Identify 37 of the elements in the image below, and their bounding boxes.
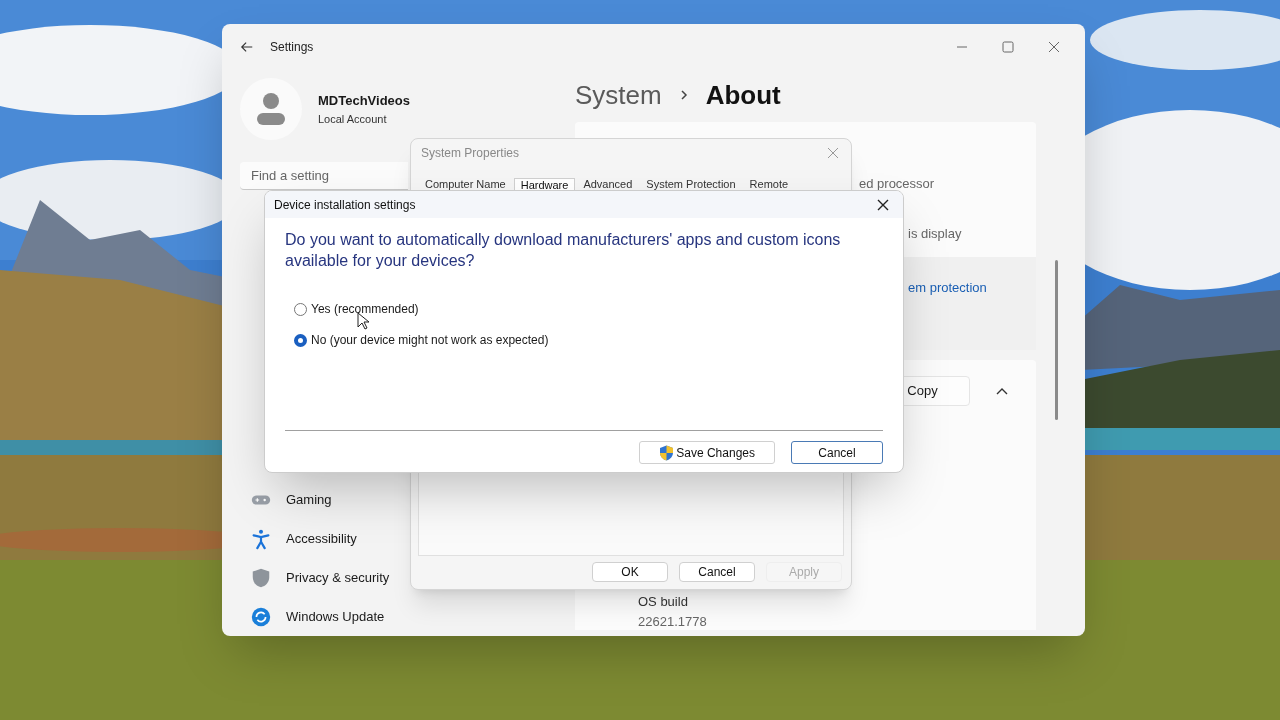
- dialog-button[interactable]: Cancel: [791, 441, 883, 464]
- sidebar-item[interactable]: Gaming: [240, 480, 406, 519]
- scrollbar[interactable]: [1055, 260, 1058, 420]
- tab[interactable]: Computer Name: [419, 178, 512, 191]
- update-icon: [250, 605, 272, 628]
- search-field[interactable]: Find a setting: [240, 162, 408, 190]
- back-icon[interactable]: [240, 40, 254, 54]
- system-protection-link[interactable]: em protection: [908, 280, 987, 295]
- sidebar-item[interactable]: Privacy & security: [240, 558, 406, 597]
- spec-label: is display: [908, 224, 962, 243]
- account-name: MDTechVideos: [318, 92, 410, 110]
- tab[interactable]: Remote: [743, 178, 795, 191]
- spec-label: OS build: [638, 594, 688, 610]
- chevron-right-icon: [679, 89, 688, 101]
- accessibility-icon: [250, 527, 272, 550]
- window-title: System Properties: [421, 145, 520, 162]
- close-icon[interactable]: [877, 198, 889, 211]
- sidebar-item[interactable]: Accessibility: [240, 519, 406, 558]
- breadcrumb-parent[interactable]: System: [575, 75, 662, 115]
- chevron-up-icon[interactable]: [996, 387, 1008, 395]
- dialog-button[interactable]: Save Changes: [639, 441, 775, 464]
- radio-option[interactable]: Yes (recommended): [294, 300, 419, 318]
- account-type: Local Account: [318, 111, 388, 127]
- question-text: Do you want to automatically download manufacturers' apps and custom icons available for your devices?: [285, 230, 842, 271]
- radio-option[interactable]: No (your device might not work as expected): [294, 331, 549, 349]
- dialog-button[interactable]: OK: [592, 562, 668, 582]
- tab[interactable]: Advanced: [577, 178, 639, 191]
- spec-label: ed processor: [859, 175, 935, 193]
- spec-value: 22621.1778: [638, 614, 707, 630]
- dialog-title: Device installation settings: [274, 196, 416, 214]
- window-title: Settings: [270, 39, 314, 56]
- dialog-button[interactable]: Cancel: [679, 562, 755, 582]
- tab[interactable]: System Protection: [640, 178, 742, 191]
- person-icon: [255, 92, 287, 126]
- shield-icon: [250, 566, 272, 589]
- page-title: About: [705, 78, 781, 112]
- sidebar-item[interactable]: Windows Update: [240, 597, 406, 636]
